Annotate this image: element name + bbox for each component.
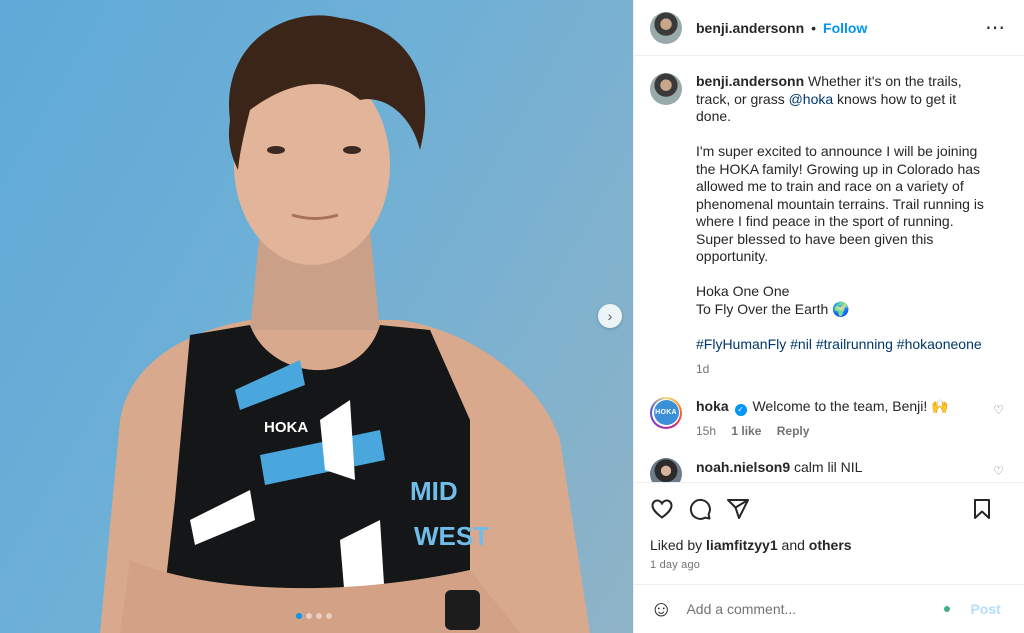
post-sidebar: benji.andersonn • Follow ⋯ benji.anderso… [633,0,1024,633]
header-separator: • [811,19,817,36]
hashtag-link[interactable]: #trailrunning [816,336,893,352]
comment-likes[interactable]: 1 like [731,424,761,438]
comment-username[interactable]: hoka [696,398,729,414]
add-comment-bar: ☺ Post [634,584,1024,633]
save-bookmark-icon[interactable] [970,497,994,521]
likes-prefix: Liked by [650,537,707,553]
like-comment-heart-icon[interactable]: ♡ [993,403,1004,417]
follow-button[interactable]: Follow [823,20,867,36]
carousel-dot [326,613,332,619]
likes-summary[interactable]: Liked by liamfitzyy1 and others [650,537,1008,553]
more-options-icon[interactable]: ⋯ [985,15,1006,40]
reply-button[interactable]: Reply [777,424,810,438]
like-comment-heart-icon[interactable]: ♡ [993,464,1004,478]
caption-username[interactable]: benji.andersonn [696,73,804,89]
carousel-indicator [296,613,332,619]
post-photo[interactable]: HOKA MID WEST › [0,0,633,633]
svg-text:HOKA: HOKA [264,419,308,436]
add-comment-input[interactable] [686,601,937,617]
verified-badge-icon: ✓ [734,403,747,416]
like-heart-icon[interactable] [650,497,674,521]
caption-timestamp[interactable]: 1d [696,361,991,379]
chevron-right-icon: › [607,308,613,324]
comments-section[interactable]: benji.andersonn Whether it's on the trai… [634,57,1024,482]
comment-bubble-icon[interactable] [688,497,712,521]
post-actions: Liked by liamfitzyy1 and others 1 day ag… [634,482,1024,571]
carousel-dot [316,613,322,619]
comment-text: calm lil NIL [794,458,863,475]
emoji-icon[interactable]: ☺ [650,596,672,622]
post-header: benji.andersonn • Follow ⋯ [634,0,1024,56]
liked-by-others[interactable]: others [809,537,852,553]
status-dot [944,606,951,612]
caption-paragraph: I'm super excited to announce I will be … [696,143,984,264]
carousel-dot [296,613,302,619]
comment-item: HOKA hoka ✓ Welcome to the team, Benji! … [650,396,1008,440]
next-slide-button[interactable]: › [598,304,622,328]
post-comment-button[interactable]: Post [970,601,1000,617]
commenter-avatar[interactable] [650,457,682,482]
hoka-logo: HOKA [653,400,679,425]
comment-item: noah.nielson9 calm lil NIL ♡ [650,457,1008,482]
author-avatar[interactable] [650,11,682,44]
mention-link[interactable]: @hoka [789,91,834,107]
comment-username[interactable]: noah.nielson9 [696,459,790,475]
share-paper-plane-icon[interactable] [726,497,750,521]
caption-paragraph: Hoka One One [696,283,790,299]
post-caption: benji.andersonn Whether it's on the trai… [650,73,1008,379]
svg-text:MID: MID [410,476,458,506]
comment-text: Welcome to the team, Benji! 🙌 [752,397,949,414]
hashtag-link[interactable]: #FlyHumanFly [696,336,786,352]
svg-text:WEST: WEST [414,521,489,551]
likes-and: and [777,537,809,553]
author-username[interactable]: benji.andersonn [696,20,804,36]
post-timestamp[interactable]: 1 day ago [650,559,1008,571]
caption-avatar[interactable] [650,73,682,105]
carousel-dot [306,613,312,619]
commenter-avatar[interactable]: HOKA [650,396,682,429]
hashtag-link[interactable]: #hokaoneone [897,336,982,352]
comment-timestamp[interactable]: 15h [696,424,716,438]
liked-by-user[interactable]: liamfitzyy1 [706,537,778,553]
athlete-photo-illustration: HOKA MID WEST [100,15,590,633]
hashtag-link[interactable]: #nil [790,336,812,352]
caption-paragraph: To Fly Over the Earth 🌍 [696,300,850,317]
